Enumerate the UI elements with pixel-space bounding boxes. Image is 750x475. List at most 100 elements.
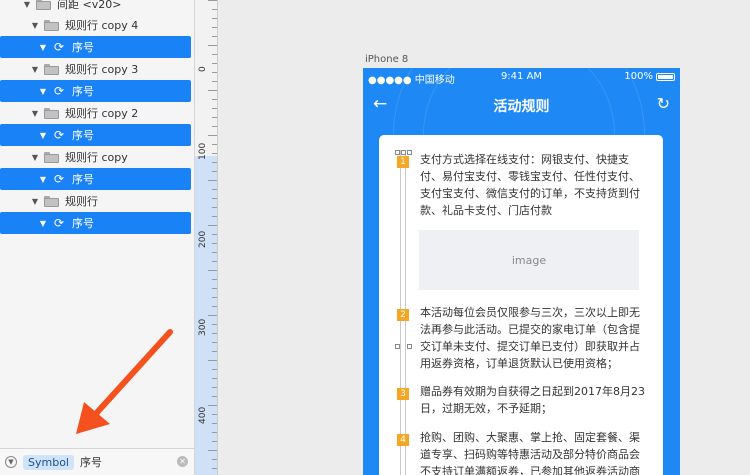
ruler-tick bbox=[212, 459, 217, 460]
rule-number-badge: 4 bbox=[397, 434, 409, 446]
ruler-tick bbox=[212, 369, 217, 370]
artboard-label[interactable]: iPhone 8 bbox=[365, 54, 408, 65]
disclosure-triangle-icon[interactable]: ▼ bbox=[30, 65, 40, 74]
disclosure-triangle-icon[interactable]: ▼ bbox=[30, 109, 40, 118]
rule-number-badge: 2 bbox=[397, 309, 409, 321]
filter-type-tag[interactable]: Symbol bbox=[23, 454, 74, 470]
ruler-tick bbox=[212, 288, 217, 289]
refresh-icon[interactable]: ↻ bbox=[657, 94, 670, 113]
layer-row-rule-copy-2[interactable]: ▼ 规则行 copy 2 bbox=[0, 102, 192, 124]
disclosure-triangle-icon[interactable]: ▼ bbox=[22, 0, 32, 9]
folder-icon bbox=[44, 63, 59, 75]
ruler-tick bbox=[212, 342, 217, 343]
ruler-tick bbox=[212, 324, 217, 325]
phone-artboard[interactable]: ●●●●● 中国移动 9:41 AM 100% ← 活动规则 ↻ 1 支付方式选… bbox=[363, 68, 680, 475]
folder-icon bbox=[44, 107, 59, 119]
ruler-tick bbox=[212, 72, 217, 73]
layer-label: 间距 <v20> bbox=[57, 0, 122, 11]
filter-query[interactable]: 序号 bbox=[80, 454, 102, 470]
rule-text: 本活动每位会员仅限参与三次，三次以上即无法再参与此活动。已提交的家电订单（包含提… bbox=[420, 306, 640, 370]
rule-text: 赠品券有效期为自获得之日起到2017年8月23日，过期无效，不予延期； bbox=[420, 385, 645, 415]
ruler-tick bbox=[212, 261, 217, 262]
image-placeholder-label: image bbox=[511, 253, 547, 267]
image-placeholder: image bbox=[419, 230, 639, 290]
ruler-tick bbox=[212, 351, 217, 352]
ruler-tick bbox=[212, 99, 217, 100]
ruler-tick bbox=[212, 126, 217, 127]
layer-row-rule-copy[interactable]: ▼ 规则行 copy bbox=[0, 146, 192, 168]
layer-filter-bar[interactable]: ▼ Symbol 序号 ✕ bbox=[0, 448, 194, 475]
ruler-tick bbox=[212, 441, 217, 442]
layer-label: 规则行 copy 4 bbox=[65, 19, 139, 32]
ruler-tick bbox=[208, 360, 217, 361]
layer-row-symbol-selected[interactable]: ▼ ⟳ 序号 bbox=[0, 168, 191, 190]
resize-handle[interactable] bbox=[401, 150, 406, 155]
filter-icon[interactable]: ▼ bbox=[5, 456, 17, 468]
nav-bar: ← 活动规则 ↻ bbox=[363, 90, 680, 120]
ruler-tick bbox=[212, 207, 217, 208]
rule-text: 支付方式选择在线支付：网银支付、快捷支付、易付宝支付、零钱宝支付、任性付支付、支… bbox=[420, 153, 640, 217]
ruler-tick bbox=[212, 468, 217, 469]
ruler-tick bbox=[212, 423, 217, 424]
ruler-label: 200 bbox=[198, 230, 208, 248]
layer-label: 序号 bbox=[72, 129, 94, 142]
resize-handle[interactable] bbox=[407, 150, 412, 155]
ruler-tick bbox=[208, 225, 217, 226]
ruler-tick bbox=[212, 333, 217, 334]
rule-text: 抢购、团购、大聚惠、掌上抢、固定套餐、渠道专享、扫码购等特惠活动及部分特价商品会… bbox=[420, 431, 640, 475]
layer-label: 规则行 copy 2 bbox=[65, 107, 139, 120]
layer-row-rule-copy-4[interactable]: ▼ 规则行 copy 4 bbox=[0, 14, 192, 36]
layer-row-rule[interactable]: ▼ 规则行 bbox=[0, 190, 192, 212]
layer-row-symbol-selected[interactable]: ▼ ⟳ 序号 bbox=[0, 80, 191, 102]
ruler-tick bbox=[212, 198, 217, 199]
ruler-label: 100 bbox=[198, 142, 208, 160]
folder-icon bbox=[44, 195, 59, 207]
disclosure-triangle-icon[interactable]: ▼ bbox=[38, 175, 48, 184]
symbol-sync-icon: ⟳ bbox=[53, 40, 65, 54]
ruler-tick bbox=[212, 171, 217, 172]
ruler-tick bbox=[212, 297, 217, 298]
ruler-tick bbox=[208, 270, 217, 271]
disclosure-triangle-icon[interactable]: ▼ bbox=[38, 219, 48, 228]
disclosure-triangle-icon[interactable]: ▼ bbox=[30, 21, 40, 30]
disclosure-triangle-icon[interactable]: ▼ bbox=[38, 43, 48, 52]
symbol-sync-icon: ⟳ bbox=[53, 172, 65, 186]
layer-label: 序号 bbox=[72, 217, 94, 230]
ruler-label: 0 bbox=[198, 66, 208, 72]
disclosure-triangle-icon[interactable]: ▼ bbox=[30, 153, 40, 162]
ruler-tick bbox=[212, 252, 217, 253]
resize-handle[interactable] bbox=[407, 344, 412, 349]
ruler-tick bbox=[212, 414, 217, 415]
resize-handle[interactable] bbox=[395, 150, 400, 155]
rule-number-badge: 3 bbox=[397, 388, 409, 400]
disclosure-triangle-icon[interactable]: ▼ bbox=[38, 87, 48, 96]
battery-icon bbox=[656, 72, 675, 81]
layer-label: 序号 bbox=[72, 41, 94, 54]
resize-handle[interactable] bbox=[395, 344, 400, 349]
layer-row-symbol-selected[interactable]: ▼ ⟳ 序号 bbox=[0, 212, 191, 234]
disclosure-triangle-icon[interactable]: ▼ bbox=[38, 131, 48, 140]
ruler-tick bbox=[212, 396, 217, 397]
layer-label: 规则行 copy bbox=[65, 151, 128, 164]
layer-label: 规则行 copy 3 bbox=[65, 63, 139, 76]
ruler-tick bbox=[212, 279, 217, 280]
ruler-tick bbox=[208, 315, 217, 316]
ruler-tick bbox=[212, 18, 217, 19]
ruler-tick bbox=[212, 153, 217, 154]
ruler-tick bbox=[208, 45, 217, 46]
layer-row-symbol-selected[interactable]: ▼ ⟳ 序号 bbox=[0, 36, 191, 58]
ruler-tick bbox=[212, 36, 217, 37]
layer-row-symbol-selected[interactable]: ▼ ⟳ 序号 bbox=[0, 124, 191, 146]
vertical-ruler[interactable]: 0 100 200 300 400 bbox=[195, 0, 218, 475]
rule-number-badge: 1 bbox=[397, 156, 409, 168]
disclosure-triangle-icon[interactable]: ▼ bbox=[30, 197, 40, 206]
ruler-tick bbox=[212, 117, 217, 118]
folder-icon bbox=[44, 19, 59, 31]
clear-filter-icon[interactable]: ✕ bbox=[177, 456, 188, 467]
layer-row-spacing-group[interactable]: ▼ 间距 <v20> bbox=[0, 0, 192, 15]
layer-row-rule-copy-3[interactable]: ▼ 规则行 copy 3 bbox=[0, 58, 192, 80]
symbol-sync-icon: ⟳ bbox=[53, 128, 65, 142]
ruler-label: 400 bbox=[198, 406, 208, 424]
folder-icon bbox=[36, 0, 51, 10]
ruler-tick bbox=[212, 54, 217, 55]
